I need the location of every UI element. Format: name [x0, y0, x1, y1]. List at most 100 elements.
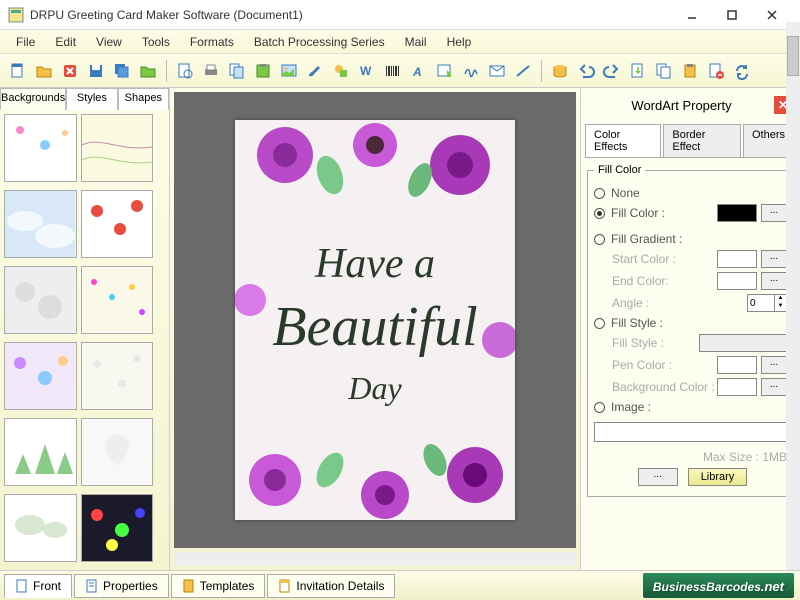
- separator: [166, 60, 167, 82]
- properties-icon: [85, 579, 99, 593]
- font-icon[interactable]: A: [407, 59, 431, 83]
- tab-front[interactable]: Front: [4, 574, 72, 598]
- fillcolor-browse[interactable]: ...: [761, 204, 787, 222]
- bg-thumb[interactable]: [4, 494, 77, 562]
- redo-icon[interactable]: [600, 59, 624, 83]
- tab-border-effect[interactable]: Border Effect: [663, 124, 741, 157]
- label-image: Image :: [611, 400, 787, 414]
- menu-batch[interactable]: Batch Processing Series: [244, 33, 395, 51]
- print-icon[interactable]: [199, 59, 223, 83]
- menu-edit[interactable]: Edit: [45, 33, 86, 51]
- refresh-icon[interactable]: [730, 59, 754, 83]
- fill-color-fieldset: Fill Color None Fill Color :... Fill Gra…: [587, 164, 794, 497]
- radio-fillstyle[interactable]: [594, 318, 605, 329]
- bg-thumb[interactable]: [4, 114, 77, 182]
- database-icon[interactable]: [548, 59, 572, 83]
- paste-icon[interactable]: [251, 59, 275, 83]
- svg-text:W: W: [360, 64, 372, 78]
- tab-backgrounds[interactable]: Backgrounds: [0, 88, 66, 110]
- undo-icon[interactable]: [574, 59, 598, 83]
- radio-none[interactable]: [594, 188, 605, 199]
- bg-thumb[interactable]: [4, 342, 77, 410]
- duplicate-icon[interactable]: [652, 59, 676, 83]
- tab-color-effects[interactable]: Color Effects: [585, 124, 661, 157]
- svg-text:❄: ❄: [132, 352, 142, 366]
- left-scrollbar[interactable]: [786, 22, 800, 600]
- horizontal-scrollbar[interactable]: [174, 552, 576, 566]
- left-tabs: Backgrounds Styles Shapes: [0, 88, 169, 110]
- menu-formats[interactable]: Formats: [180, 33, 244, 51]
- print-preview-icon[interactable]: [173, 59, 197, 83]
- minimize-button[interactable]: [672, 1, 712, 29]
- copy-icon[interactable]: [225, 59, 249, 83]
- tab-shapes[interactable]: Shapes: [118, 88, 169, 110]
- new-doc-icon[interactable]: [6, 59, 30, 83]
- tab-invitation[interactable]: Invitation Details: [267, 574, 395, 598]
- barcode-icon[interactable]: [381, 59, 405, 83]
- open-icon[interactable]: [32, 59, 56, 83]
- label-startcolor: Start Color :: [612, 252, 717, 266]
- bg-thumb[interactable]: [4, 418, 77, 486]
- menubar: File Edit View Tools Formats Batch Proce…: [0, 30, 800, 54]
- invitation-icon: [278, 579, 292, 593]
- greeting-card[interactable]: Have a Beautiful Day: [235, 120, 515, 520]
- bgcolor-swatch: [717, 378, 757, 396]
- library-button[interactable]: Library: [688, 468, 748, 486]
- card-line-1[interactable]: Have a: [235, 240, 515, 288]
- image-browse-button: ...: [638, 468, 678, 486]
- label-pencolor: Pen Color :: [612, 358, 717, 372]
- canvas[interactable]: Have a Beautiful Day: [174, 92, 576, 548]
- left-panel: Backgrounds Styles Shapes ❄ ❄ ❄: [0, 88, 170, 570]
- remove-icon[interactable]: [704, 59, 728, 83]
- bg-thumb[interactable]: [81, 114, 154, 182]
- separator: [541, 60, 542, 82]
- bottom-tabs: Front Properties Templates Invitation De…: [0, 570, 800, 600]
- mail-icon[interactable]: [485, 59, 509, 83]
- label-fillstyle: Fill Style :: [611, 316, 787, 330]
- tab-templates[interactable]: Templates: [171, 574, 266, 598]
- svg-text:❄: ❄: [117, 377, 127, 391]
- brand-watermark: BusinessBarcodes.net: [643, 573, 794, 598]
- signature-icon[interactable]: [459, 59, 483, 83]
- image-path-input: [594, 422, 787, 442]
- text-effect-icon[interactable]: W: [355, 59, 379, 83]
- clipboard-icon[interactable]: [678, 59, 702, 83]
- menu-file[interactable]: File: [6, 33, 45, 51]
- bg-thumb[interactable]: [81, 418, 154, 486]
- titlebar: DRPU Greeting Card Maker Software (Docum…: [0, 0, 800, 30]
- bg-thumb[interactable]: [81, 494, 154, 562]
- bg-thumb[interactable]: [81, 190, 154, 258]
- svg-text:A: A: [412, 65, 422, 79]
- save-icon[interactable]: [84, 59, 108, 83]
- import-icon[interactable]: [626, 59, 650, 83]
- tab-properties[interactable]: Properties: [74, 574, 169, 598]
- insert-image-icon[interactable]: [433, 59, 457, 83]
- export-icon[interactable]: [136, 59, 160, 83]
- toolbar: W A: [0, 54, 800, 88]
- menu-view[interactable]: View: [86, 33, 132, 51]
- bg-thumb[interactable]: [4, 266, 77, 334]
- menu-mail[interactable]: Mail: [395, 33, 437, 51]
- radio-image[interactable]: [594, 402, 605, 413]
- card-line-3[interactable]: Day: [235, 370, 515, 407]
- svg-text:❄: ❄: [92, 357, 102, 371]
- menu-help[interactable]: Help: [437, 33, 482, 51]
- card-line-2[interactable]: Beautiful: [235, 295, 515, 359]
- maximize-button[interactable]: [712, 1, 752, 29]
- fillcolor-swatch[interactable]: [717, 204, 757, 222]
- shape-icon[interactable]: [329, 59, 353, 83]
- radio-fillcolor[interactable]: [594, 208, 605, 219]
- window-title: DRPU Greeting Card Maker Software (Docum…: [30, 8, 672, 22]
- delete-icon[interactable]: [58, 59, 82, 83]
- image-icon[interactable]: [277, 59, 301, 83]
- bgcolor-browse: ...: [761, 378, 787, 396]
- menu-tools[interactable]: Tools: [132, 33, 180, 51]
- save-all-icon[interactable]: [110, 59, 134, 83]
- bg-thumb[interactable]: ❄ ❄ ❄: [81, 342, 154, 410]
- radio-gradient[interactable]: [594, 234, 605, 245]
- brush-icon[interactable]: [303, 59, 327, 83]
- line-icon[interactable]: [511, 59, 535, 83]
- tab-styles[interactable]: Styles: [66, 88, 117, 110]
- bg-thumb[interactable]: [81, 266, 154, 334]
- bg-thumb[interactable]: [4, 190, 77, 258]
